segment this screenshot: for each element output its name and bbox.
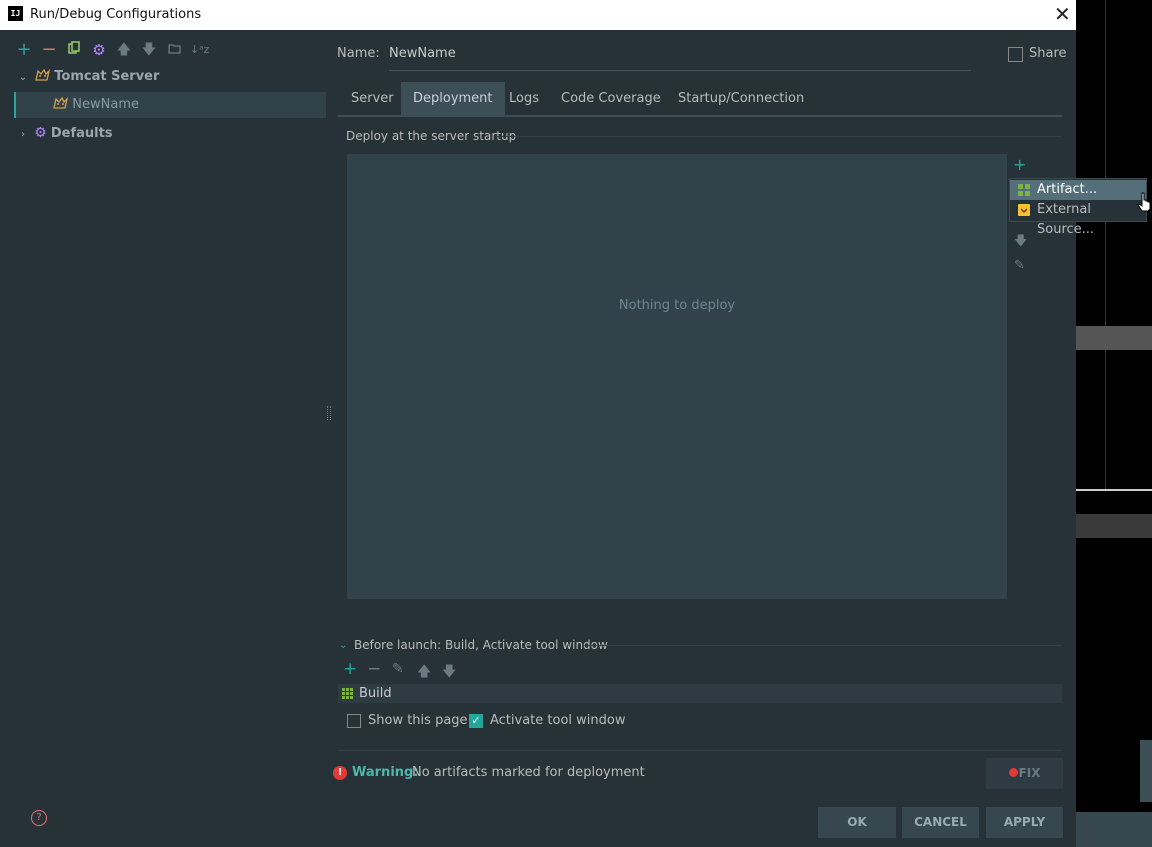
- background-app-bar: [1076, 326, 1152, 350]
- move-down-icon[interactable]: 🡇: [442, 661, 456, 685]
- deployment-list[interactable]: Nothing to deploy: [347, 154, 1007, 599]
- warning-text: No artifacts marked for deployment: [412, 765, 645, 780]
- activate-tool-window-label: Activate tool window: [490, 713, 626, 728]
- background-app-panel: [1076, 0, 1152, 847]
- tomcat-icon: [35, 68, 51, 81]
- fix-label: FIX: [1018, 766, 1041, 780]
- move-up-icon[interactable]: 🡅: [417, 661, 431, 685]
- tree-item-newname[interactable]: NewName: [14, 92, 326, 118]
- task-label: Build: [359, 686, 392, 701]
- move-down-icon[interactable]: 🡇: [140, 41, 158, 59]
- tree-item-label: Defaults: [50, 126, 113, 141]
- title-bar: IJ Run/Debug Configurations ✕: [0, 0, 1076, 30]
- bulb-icon: [1008, 768, 1018, 777]
- edit-icon[interactable]: ✎: [1014, 258, 1025, 273]
- remove-icon[interactable]: −: [40, 41, 58, 59]
- build-icon: [342, 688, 353, 699]
- background-app-bar: [1076, 489, 1152, 491]
- name-input[interactable]: NewName: [389, 44, 971, 71]
- deploy-section-label: Deploy at the server startup: [346, 129, 517, 143]
- name-label: Name:: [337, 46, 380, 61]
- apply-button[interactable]: APPLY: [986, 807, 1063, 838]
- close-icon[interactable]: ✕: [1054, 2, 1071, 26]
- tab-server[interactable]: Server: [339, 82, 406, 115]
- chevron-right-icon[interactable]: ›: [16, 122, 30, 148]
- menu-item-label: External Source...: [1037, 202, 1095, 237]
- move-up-icon[interactable]: 🡅: [115, 41, 133, 59]
- empty-state-text: Nothing to deploy: [618, 298, 736, 313]
- error-icon: !: [333, 766, 347, 780]
- add-icon[interactable]: +: [15, 41, 33, 59]
- warning-label: Warning:: [352, 765, 419, 780]
- tab-bar: Server Deployment Logs Code Coverage Sta…: [338, 82, 1062, 117]
- chevron-down-icon[interactable]: ⌄: [339, 640, 347, 651]
- run-debug-dialog: IJ Run/Debug Configurations ✕ + − ⚙ 🡅 🡇 …: [0, 0, 1151, 847]
- intellij-logo-icon: IJ: [8, 6, 23, 21]
- section-divider: [496, 136, 1062, 137]
- add-task-icon[interactable]: +: [343, 659, 357, 679]
- splitter-handle[interactable]: [327, 406, 331, 420]
- share-label: Share: [1029, 46, 1067, 61]
- menu-item-external-source[interactable]: External Source...: [1010, 200, 1146, 237]
- tab-startup-connection[interactable]: Startup/Connection: [666, 82, 816, 115]
- fix-button[interactable]: FIX: [986, 758, 1063, 789]
- help-icon[interactable]: ?: [31, 810, 47, 826]
- gear-icon: ⚙: [34, 125, 47, 141]
- hand-cursor-icon: [1137, 192, 1151, 212]
- background-app-bar: [1076, 514, 1152, 538]
- tab-code-coverage[interactable]: Code Coverage: [549, 82, 673, 115]
- background-app-bar: [1140, 740, 1152, 802]
- copy-icon[interactable]: [65, 41, 83, 59]
- cancel-button[interactable]: CANCEL: [902, 807, 979, 838]
- tree-item-defaults[interactable]: › ⚙ Defaults: [16, 120, 113, 146]
- show-this-page-label: Show this page: [368, 713, 468, 728]
- tab-logs[interactable]: Logs: [497, 82, 551, 115]
- section-divider: [582, 645, 1062, 646]
- settings-icon[interactable]: ⚙: [90, 41, 108, 59]
- window-title: Run/Debug Configurations: [30, 7, 202, 22]
- tree-item-tomcat-server[interactable]: ⌄ Tomcat Server: [16, 64, 159, 90]
- background-app-line: [1105, 0, 1106, 490]
- chevron-down-icon[interactable]: ⌄: [16, 65, 30, 91]
- sort-icon[interactable]: ↓ᵃz: [190, 41, 209, 59]
- ok-button[interactable]: OK: [818, 807, 896, 838]
- task-row-build[interactable]: Build: [338, 684, 1062, 703]
- artifact-icon: [1018, 184, 1030, 196]
- before-launch-label[interactable]: Before launch: Build, Activate tool wind…: [354, 638, 608, 652]
- add-deployment-icon[interactable]: +: [1013, 155, 1026, 174]
- share-checkbox[interactable]: [1008, 47, 1023, 62]
- background-app-bar: [1076, 812, 1152, 847]
- tab-deployment[interactable]: Deployment: [401, 82, 505, 115]
- remove-task-icon[interactable]: −: [367, 659, 381, 679]
- edit-task-icon[interactable]: ✎: [392, 661, 404, 677]
- move-down-icon[interactable]: 🡇: [1014, 232, 1027, 254]
- tree-item-label: Tomcat Server: [54, 69, 160, 84]
- external-source-icon: [1018, 204, 1030, 216]
- tomcat-icon: [53, 96, 69, 109]
- menu-item-label: Artifact...: [1037, 182, 1098, 197]
- add-deployment-menu: Artifact... External Source...: [1009, 178, 1147, 237]
- folder-icon[interactable]: [165, 41, 183, 59]
- menu-item-artifact[interactable]: Artifact...: [1010, 180, 1146, 200]
- show-this-page-checkbox[interactable]: [347, 714, 361, 728]
- tree-item-label: NewName: [72, 97, 139, 112]
- section-divider: [338, 750, 1062, 751]
- activate-tool-window-checkbox[interactable]: ✓: [469, 714, 483, 728]
